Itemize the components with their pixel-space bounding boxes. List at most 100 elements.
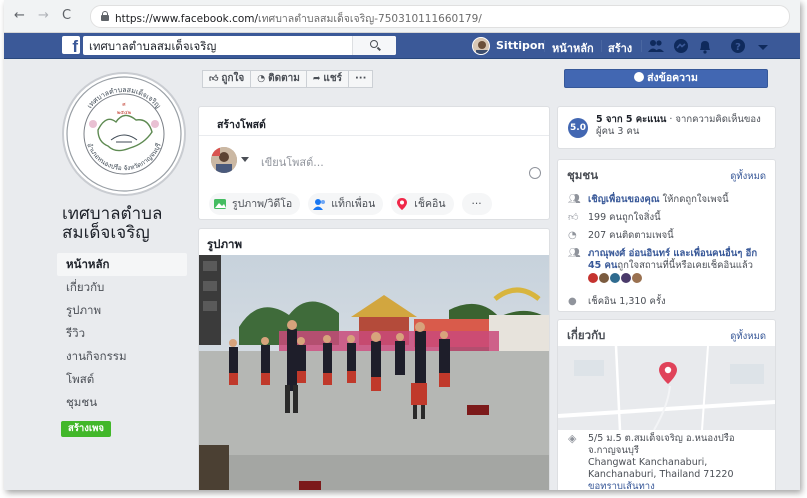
friend-requests-icon[interactable] — [647, 37, 665, 55]
send-message-button[interactable]: ส่งข้อความ — [564, 69, 768, 88]
screenshot-frame: ← → C https://www.facebook.com/เทศบาลตำบ… — [4, 0, 800, 490]
address-english: Changwat Kanchanaburi, Kanchanaburi, Tha… — [588, 457, 734, 480]
nav-item-photos[interactable]: รูปภาพ — [57, 299, 187, 322]
header-divider — [641, 40, 642, 52]
nav-item-posts[interactable]: โพสต์ — [57, 368, 187, 391]
friend-avatars — [588, 273, 773, 283]
address-thai: 5/5 ม.5 ต.สมเด็จเจริญ อ.หนองปรือ จ.กาญจน… — [588, 433, 735, 456]
share-arrow-icon: ➦ — [312, 74, 321, 84]
check-in-button[interactable]: เช็คอิน — [391, 193, 454, 215]
about-see-all-link[interactable]: ดูทั้งหมด — [730, 329, 766, 344]
community-card: ชุมชน ดูทั้งหมด 👥︎ เชิญเพื่อนของคุณ ให้ก… — [557, 159, 776, 312]
forward-arrow-icon[interactable]: → — [38, 8, 49, 23]
rating-card: 5.0 5 จาก 5 คะแนน · จากความคิดเห็นของผู้… — [557, 106, 776, 149]
friends-row: 👥︎ ภาณุพงศ์ อ่อนอินทร์ และเพื่อนคนอื่นๆ … — [568, 248, 773, 283]
community-see-all-link[interactable]: ดูทั้งหมด — [730, 169, 766, 184]
search-button[interactable] — [352, 36, 396, 55]
create-post-title: สร้างโพสต์ — [217, 119, 266, 131]
photo-video-button[interactable]: รูปภาพ/วิดีโอ — [209, 193, 301, 215]
location-map[interactable] — [558, 346, 775, 430]
user-name: Sittipon — [496, 39, 546, 52]
page-action-bar: 👍︎ ถูกใจ ◔ ติดตาม ➦ แชร์ ··· — [202, 70, 374, 88]
thumbs-up-icon: 👍︎ — [209, 74, 219, 84]
home-link[interactable]: หน้าหลัก — [552, 39, 594, 57]
rss-icon: ◔ — [568, 230, 577, 241]
share-button[interactable]: ➦ แชร์ — [305, 70, 349, 88]
url-text: https://www.facebook.com/เทศบาลตำบลสมเด็… — [115, 13, 482, 25]
page-left-nav: หน้าหลัก เกี่ยวกับ รูปภาพ รีวิว งานกิจกร… — [57, 253, 187, 414]
svg-text:?: ? — [735, 42, 741, 53]
rss-icon: ◔ — [257, 74, 266, 84]
messenger-icon — [634, 72, 645, 82]
nav-item-community[interactable]: ชุมชน — [57, 391, 187, 414]
post-as-caret-icon[interactable] — [241, 157, 249, 162]
create-link[interactable]: สร้าง — [608, 39, 632, 57]
people-icon: 👥︎ — [568, 194, 581, 205]
back-arrow-icon[interactable]: ← — [14, 8, 25, 23]
page-title: เทศบาลตำบลสมเด็จเจริญ — [62, 204, 163, 243]
rating-text[interactable]: 5 จาก 5 คะแนน · จากความคิดเห็นของผู้คน 3… — [596, 114, 772, 138]
create-page-button[interactable]: สร้างเพจ — [61, 421, 111, 437]
header-divider — [544, 40, 545, 52]
about-card: เกี่ยวกับ ดูทั้งหมด ◈ 5/5 ม.5 ต.สมเด็จเจ… — [557, 319, 776, 490]
community-title: ชุมชน — [567, 168, 599, 182]
header-divider — [601, 40, 602, 52]
avatar[interactable] — [599, 273, 609, 283]
more-button[interactable]: ··· — [347, 70, 374, 88]
avatar — [472, 37, 490, 55]
search-box[interactable]: เทศบาลตำบลสมเด็จเจริญ — [83, 36, 396, 55]
notifications-bell-icon[interactable] — [696, 37, 714, 55]
search-icon — [370, 40, 378, 48]
messenger-icon[interactable] — [672, 37, 690, 55]
nav-item-about[interactable]: เกี่ยวกับ — [57, 276, 187, 299]
rating-badge: 5.0 — [568, 118, 588, 138]
invite-friends-row: 👥︎ เชิญเพื่อนของคุณ ให้กดถูกใจเพจนี้ — [568, 194, 729, 205]
thumbs-up-icon: 👍︎ — [568, 212, 579, 223]
reload-icon[interactable]: C — [62, 8, 71, 23]
avatar[interactable] — [632, 273, 642, 283]
get-directions-link[interactable]: ขอทราบเส้นทาง — [568, 481, 773, 490]
search-input[interactable]: เทศบาลตำบลสมเด็จเจริญ — [89, 38, 216, 56]
location-pin-icon — [397, 198, 408, 210]
likes-row: 👍︎ 199 คนถูกใจสิ่งนี้ — [568, 212, 661, 223]
invite-friends-link[interactable]: เชิญเพื่อนของคุณ — [588, 194, 660, 205]
tag-friends-icon — [313, 199, 326, 210]
about-title: เกี่ยวกับ — [567, 328, 606, 342]
tag-friends-button[interactable]: แท็กเพื่อน — [308, 193, 384, 215]
create-post-card: สร้างโพสต์ เขียนโพสต์... รูปภาพ/วิดีโอ แ… — [198, 106, 550, 220]
nav-item-home[interactable]: หน้าหลัก — [57, 253, 187, 276]
follow-button[interactable]: ◔ ติดตาม — [250, 70, 307, 88]
facebook-top-bar: f เทศบาลตำบลสมเด็จเจริญ Sittipon หน้าหลั… — [4, 33, 800, 59]
help-icon[interactable]: ? — [729, 37, 747, 55]
svg-text:๒๕๔๒: ๒๕๔๒ — [117, 110, 131, 116]
address-bar[interactable]: https://www.facebook.com/เทศบาลตำบลสมเด็… — [90, 5, 790, 28]
avatar[interactable] — [621, 273, 631, 283]
follows-row: ◔ 207 คนติดตามเพจนี้ — [568, 230, 674, 241]
directions-diamond-icon: ◈ — [568, 432, 577, 445]
browser-toolbar: ← → C https://www.facebook.com/เทศบาลตำบ… — [4, 0, 800, 33]
account-menu-caret-icon[interactable] — [754, 39, 772, 57]
post-options: รูปภาพ/วิดีโอ แท็กเพื่อน เช็คอิน ··· — [209, 193, 500, 215]
photos-card: รูปภาพ — [198, 228, 550, 490]
avatar[interactable] — [588, 273, 598, 283]
photo-icon — [214, 199, 226, 209]
post-composer-input[interactable]: เขียนโพสต์... — [261, 153, 324, 171]
checkins-row: ● เช็คอิน 1,310 ครั้ง — [568, 296, 666, 307]
address-block: ◈ 5/5 ม.5 ต.สมเด็จเจริญ อ.หนองปรือ จ.กาญ… — [568, 432, 773, 491]
page-profile-logo[interactable]: ศ ๒๕๔๒ เทศบาลตำบลสมเด็จเจริญ อำเภอหนองปร… — [62, 72, 186, 196]
people-icon: 👥︎ — [568, 248, 581, 259]
event-photo[interactable] — [199, 255, 549, 490]
avatar[interactable] — [610, 273, 620, 283]
avatar[interactable] — [211, 147, 237, 173]
more-options-button[interactable]: ··· — [461, 193, 492, 215]
like-button[interactable]: 👍︎ ถูกใจ — [202, 70, 252, 88]
municipality-seal-icon: ศ ๒๕๔๒ เทศบาลตำบลสมเด็จเจริญ อำเภอหนองปร… — [66, 76, 182, 192]
nav-item-reviews[interactable]: รีวิว — [57, 322, 187, 345]
emoji-icon[interactable] — [529, 167, 541, 179]
location-icon: ● — [568, 296, 577, 307]
nav-item-events[interactable]: งานกิจกรรม — [57, 345, 187, 368]
lock-icon — [101, 11, 109, 21]
divider — [199, 135, 549, 136]
facebook-logo-icon[interactable]: f — [62, 36, 80, 54]
photos-title: รูปภาพ — [207, 237, 243, 251]
